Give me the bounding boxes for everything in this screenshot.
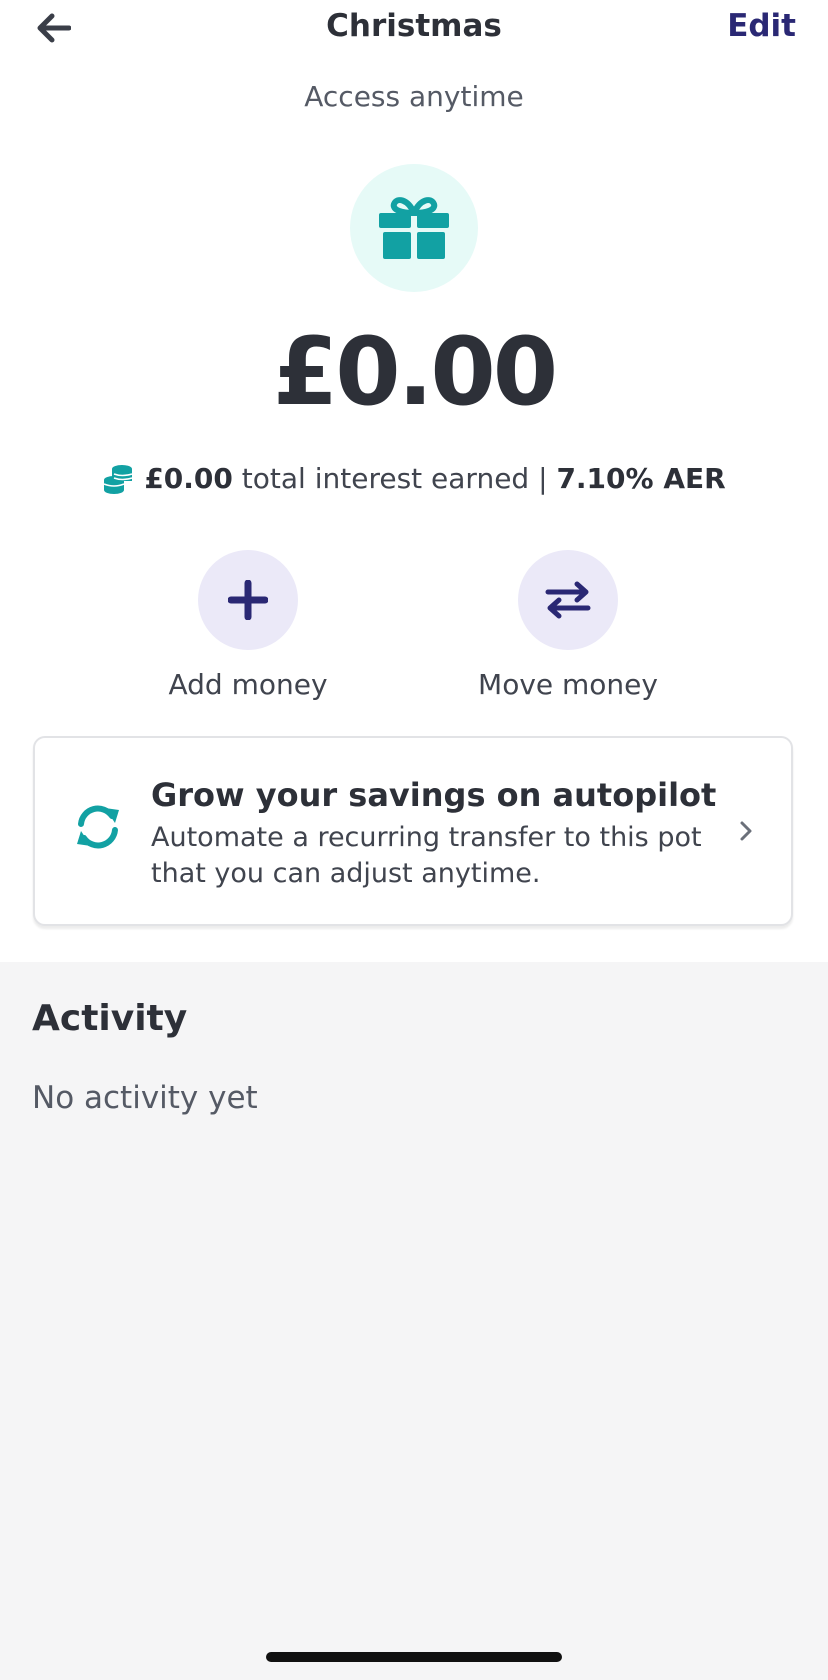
page-title: Christmas: [326, 8, 502, 44]
refresh-icon: [77, 805, 119, 849]
interest-label: total interest earned |: [241, 462, 548, 495]
pot-icon-container: [350, 164, 478, 292]
add-money-label: Add money: [168, 668, 328, 701]
interest-summary: £0.00 total interest earned | 7.10% AER: [0, 462, 828, 495]
edit-button[interactable]: Edit: [727, 8, 796, 44]
home-indicator[interactable]: [266, 1652, 562, 1662]
pot-balance: £0.00: [272, 318, 558, 427]
gift-icon: [379, 197, 449, 259]
transfer-arrows-icon: [545, 581, 591, 619]
activity-empty-state: No activity yet: [32, 1080, 258, 1116]
add-money-button[interactable]: Add money: [148, 550, 348, 701]
chevron-right-icon: [740, 821, 752, 841]
move-money-icon-circle[interactable]: [518, 550, 618, 650]
autopilot-title: Grow your savings on autopilot: [151, 776, 717, 814]
interest-amount: £0.00: [144, 462, 233, 495]
aer-rate: 7.10% AER: [556, 462, 726, 495]
activity-heading: Activity: [32, 998, 188, 1039]
autopilot-description: Automate a recurring transfer to this po…: [151, 822, 702, 889]
plus-icon: [228, 580, 268, 620]
add-money-icon-circle[interactable]: [198, 550, 298, 650]
move-money-label: Move money: [478, 668, 658, 701]
access-type: Access anytime: [304, 80, 524, 113]
header: Christmas Edit: [0, 0, 828, 60]
coins-icon: [104, 464, 133, 494]
pot-summary-section: Christmas Edit Access anytime £0.00 £0.0…: [0, 0, 828, 962]
move-money-button[interactable]: Move money: [468, 550, 668, 701]
autopilot-card[interactable]: Grow your savings on autopilot Automate …: [33, 736, 793, 926]
